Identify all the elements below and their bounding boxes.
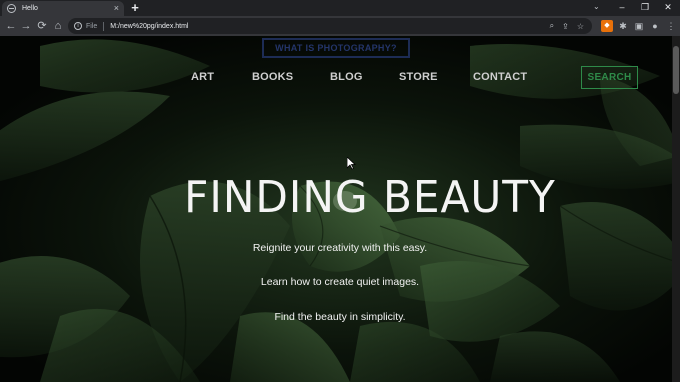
home-icon[interactable]: ⌂: [51, 19, 65, 33]
close-window-button[interactable]: ✕: [657, 0, 679, 14]
url-text[interactable]: M:/new%20pg/index.html: [110, 23, 549, 30]
zoom-icon[interactable]: ⌕: [550, 21, 554, 31]
forward-icon[interactable]: →: [19, 19, 33, 33]
file-scheme-label: File: [86, 22, 98, 30]
maximize-button[interactable]: ❐: [634, 0, 656, 14]
hero-line-1: Reignite your creativity with this easy.: [252, 242, 428, 254]
globe-icon: [7, 4, 16, 13]
extension-fox-icon[interactable]: ◆: [601, 20, 613, 32]
nav-contact[interactable]: CONTACT: [473, 71, 527, 83]
browser-tab[interactable]: Hello ×: [2, 1, 124, 16]
extensions-puzzle-icon[interactable]: ✱: [617, 20, 629, 32]
info-icon[interactable]: i: [74, 22, 82, 30]
menu-icon[interactable]: ⋮: [665, 20, 677, 32]
hero-line-3: Find the beauty in simplicity.: [274, 311, 406, 323]
new-tab-button[interactable]: +: [128, 1, 142, 15]
bookmark-star-icon[interactable]: ☆: [577, 22, 584, 31]
nav-art[interactable]: ART: [191, 71, 214, 83]
main-nav: ART BOOKS BLOG STORE CONTACT: [0, 71, 680, 87]
page-viewport: WHAT IS PHOTOGRAPHY? ART BOOKS BLOG STOR…: [0, 36, 680, 382]
nav-blog[interactable]: BLOG: [330, 71, 363, 83]
tab-strip: Hello × + ⌄ – ❐ ✕: [0, 0, 680, 16]
nav-store[interactable]: STORE: [399, 71, 438, 83]
hero-title: FINDING BEAUTY: [184, 172, 556, 223]
search-button[interactable]: SEARCH: [581, 66, 638, 89]
browser-toolbar: ← → ⟳ ⌂ i File M:/new%20pg/index.html ⌕ …: [0, 16, 680, 36]
hero-line-2: Learn how to create quiet images.: [260, 276, 420, 288]
reload-icon[interactable]: ⟳: [35, 19, 49, 33]
nav-books[interactable]: BOOKS: [252, 71, 293, 83]
back-icon[interactable]: ←: [4, 19, 18, 33]
page-scrollbar[interactable]: [672, 36, 680, 382]
tab-close-icon[interactable]: ×: [114, 4, 119, 13]
tab-search-icon[interactable]: ⌄: [593, 2, 600, 11]
tab-title: Hello: [22, 5, 38, 12]
profile-avatar-icon[interactable]: ●: [649, 20, 661, 32]
side-panel-icon[interactable]: ▣: [633, 20, 645, 32]
minimize-button[interactable]: –: [611, 0, 633, 14]
what-is-photography-button[interactable]: WHAT IS PHOTOGRAPHY?: [262, 38, 410, 58]
scrollbar-thumb[interactable]: [673, 46, 679, 94]
divider: [103, 21, 105, 31]
mouse-cursor-icon: [347, 157, 356, 170]
share-icon[interactable]: ⇪: [562, 22, 569, 31]
address-bar[interactable]: i File M:/new%20pg/index.html ⌕ ⇪ ☆: [68, 18, 592, 34]
